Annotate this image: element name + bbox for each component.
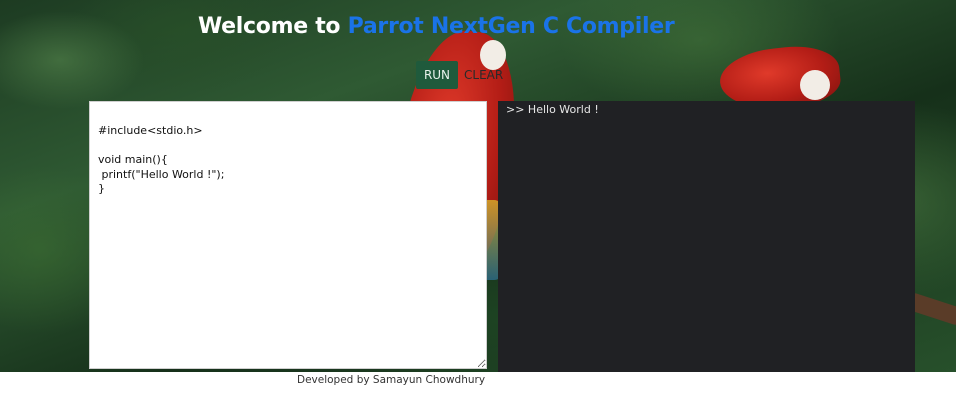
output-console: >> Hello World ! — [498, 101, 915, 372]
title-prefix: Welcome to — [198, 14, 341, 39]
page-title: Welcome to Parrot NextGen C Compiler — [198, 14, 675, 39]
app-window: Welcome to Parrot NextGen C Compiler RUN… — [0, 0, 956, 402]
footer-credit: Developed by Samayun Chowdhury — [297, 374, 486, 386]
clear-button[interactable]: CLEAR — [462, 61, 505, 89]
code-editor[interactable]: #include<stdio.h> void main(){ printf("H… — [89, 101, 487, 369]
title-brand: Parrot NextGen C Compiler — [347, 14, 675, 39]
run-button[interactable]: RUN — [416, 61, 458, 89]
parrot-face-right — [800, 70, 830, 100]
